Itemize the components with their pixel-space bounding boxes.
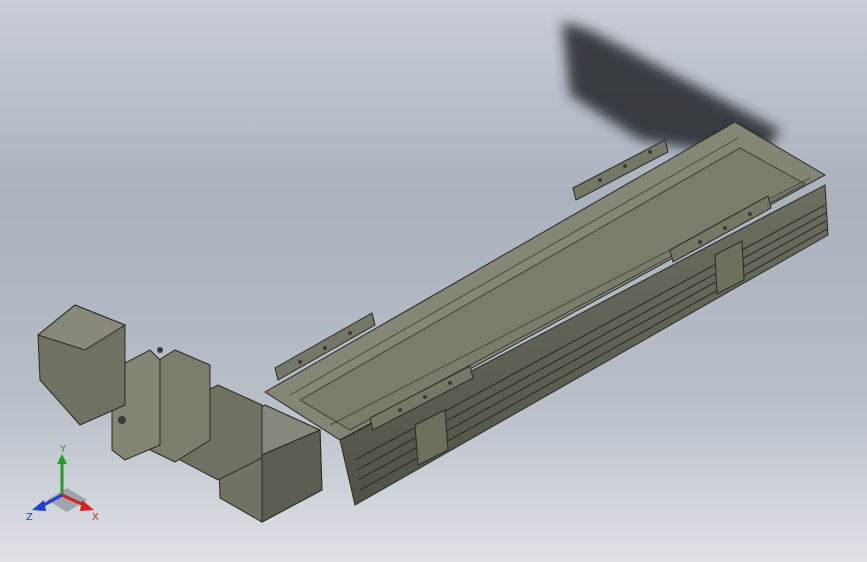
x-axis-label: X	[92, 512, 99, 523]
y-axis-head	[57, 454, 67, 464]
graphics-viewport[interactable]: Y X Z	[0, 0, 867, 562]
x-axis-head	[80, 500, 94, 511]
flange-bolt-2	[157, 347, 163, 353]
z-axis-head	[32, 500, 46, 511]
coordinate-triad: Y X Z	[26, 444, 99, 523]
flange-bolt	[118, 416, 126, 424]
y-axis-label: Y	[59, 444, 67, 455]
linear-actuator-model[interactable]	[0, 0, 867, 562]
z-axis-label: Z	[26, 512, 33, 523]
